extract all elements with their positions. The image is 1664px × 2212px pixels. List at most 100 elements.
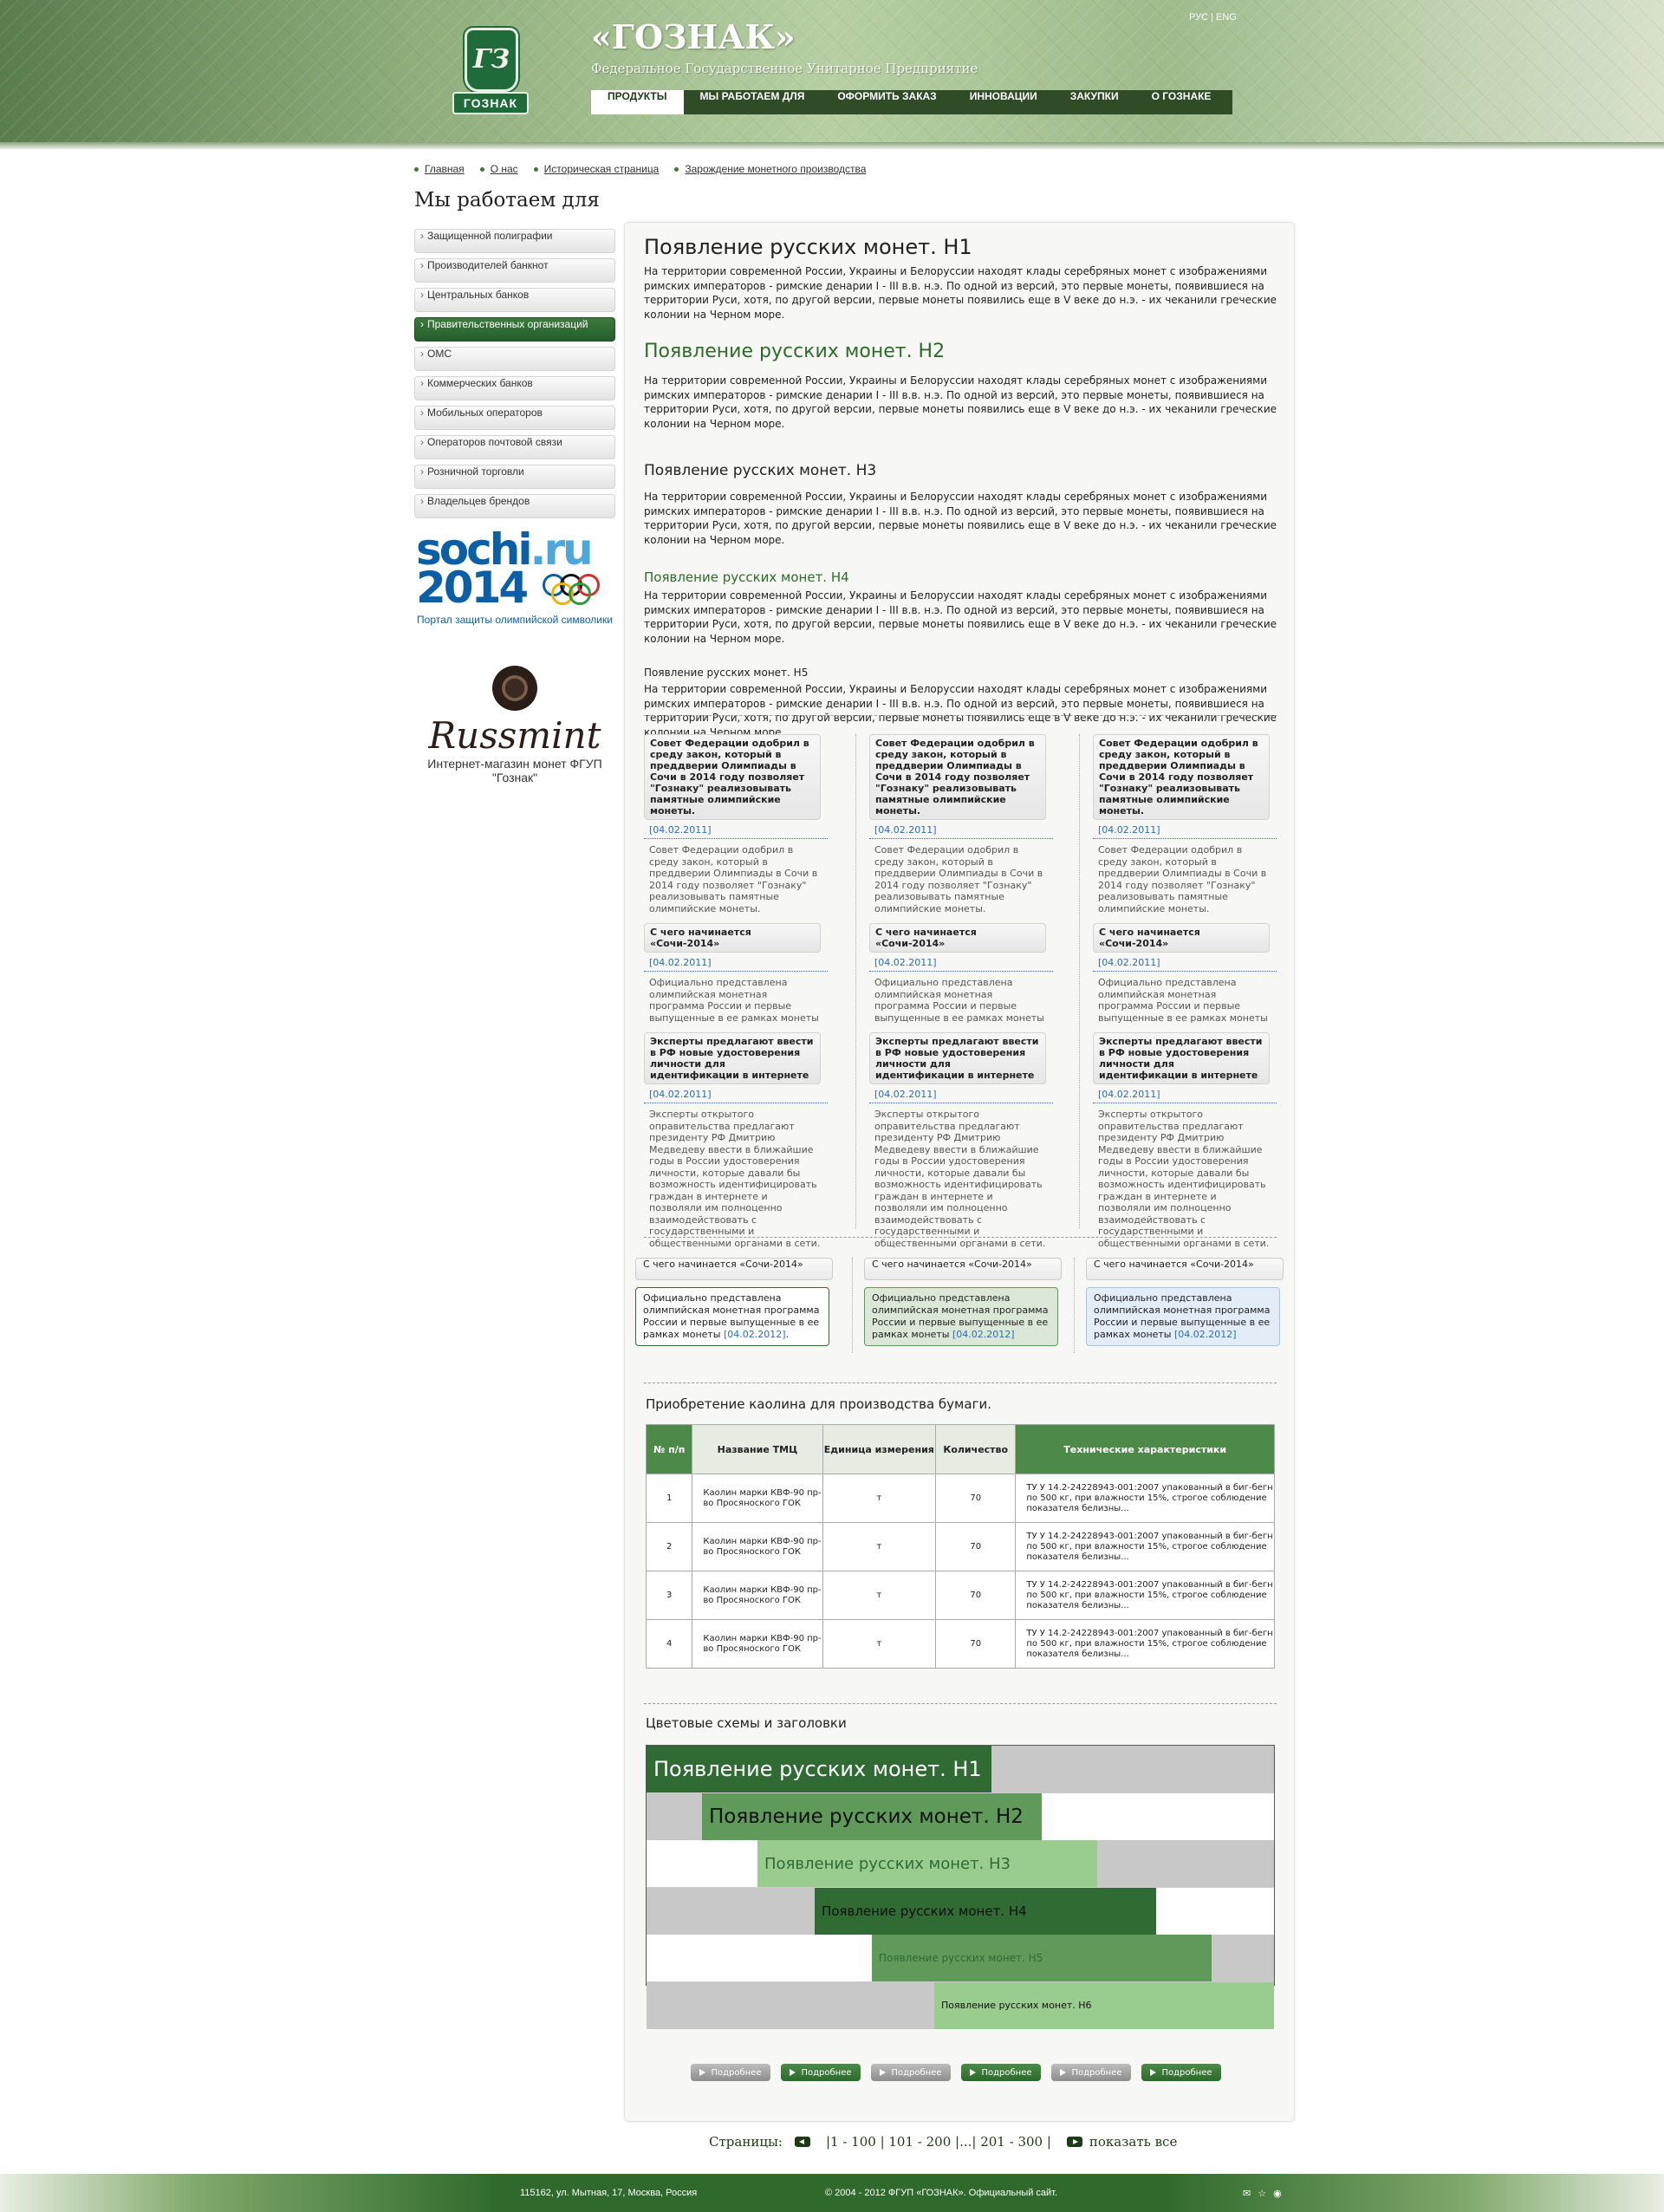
star-icon[interactable]: ☆ [1258,2188,1266,2199]
news-title[interactable]: Совет Федерации одобрил в среду закон, к… [1093,734,1270,820]
box-title[interactable]: С чего начинается «Сочи-2014» [635,1258,833,1280]
sidebar-item[interactable]: Мобильных операторов [414,406,615,430]
rss-icon[interactable]: ◉ [1273,2188,1282,2199]
prev-page-icon[interactable] [794,2137,810,2147]
more-button[interactable]: Подробнее [781,2064,861,2081]
paragraph: На территории современной России, Украин… [644,374,1277,430]
sidebar-item[interactable]: Правительственных организаций [414,317,615,342]
play-icon [699,2069,706,2076]
next-page-icon[interactable] [1066,2137,1082,2147]
site-title: «ГОЗНАК» [591,17,796,56]
news-title[interactable]: С чего начинается «Сочи-2014» [644,923,821,953]
logo-text: ГОЗНАК [452,92,529,114]
nav-item[interactable]: ИННОВАЦИИ [953,90,1054,114]
box-date[interactable]: [04.02.2012] [952,1329,1015,1340]
nav-item[interactable]: О ГОЗНАКЕ [1135,90,1228,114]
nav-item[interactable]: МЫ РАБОТАЕМ ДЛЯ [684,90,822,114]
news-title[interactable]: Эксперты предлагают ввести в РФ новые уд… [644,1032,821,1084]
column-divider [1079,734,1080,1228]
russmint-logo: Russmint [428,714,601,757]
news-date: [04.02.2011] [869,953,1053,972]
sochi-caption: Портал защиты олимпийской символики [417,614,613,626]
footer-address: 115162, ул. Мытная, 17, Москва, Россия [520,2188,698,2198]
breadcrumb-link[interactable]: Историческая страница [533,163,659,175]
more-button-label: Подробнее [711,2067,762,2078]
pager-label: Страницы: [709,2134,783,2150]
mail-icon[interactable]: ✉ [1243,2188,1251,2199]
news-title[interactable]: Совет Федерации одобрил в среду закон, к… [869,734,1046,820]
russmint-banner[interactable]: Russmint Интернет-магазин монет ФГУП "Го… [414,666,615,796]
lang-en-link[interactable]: ENG [1216,12,1237,23]
cell-spec: ТУ У 14.2-24228943-001:2007 упакованный … [1015,1474,1275,1523]
box-title[interactable]: С чего начинается «Сочи-2014» [864,1258,1062,1280]
news-text: Совет Федерации одобрил в среду закон, к… [874,844,1043,914]
sidebar-item[interactable]: ОМС [414,347,615,371]
news-title[interactable]: С чего начинается «Сочи-2014» [1093,923,1270,953]
news-title[interactable]: С чего начинается «Сочи-2014» [869,923,1046,953]
sidebar-item[interactable]: Владельцев брендов [414,494,615,518]
box-date[interactable]: [04.02.2012] [724,1329,786,1340]
nav-item[interactable]: ЗАКУПКИ [1054,90,1135,114]
box-body: Официально представлена олимпийская моне… [1086,1287,1280,1346]
show-all-link[interactable]: показать все [1089,2134,1177,2150]
cell-number: 1 [645,1474,693,1523]
column-divider [852,1258,853,1353]
breadcrumb-link[interactable]: О нас [479,163,518,175]
goznak-logo[interactable]: ГЗ ГОЗНАК [452,26,529,116]
headings-section: Появление русских монет. H1 На территори… [644,231,1277,739]
column-divider [1074,1258,1075,1353]
highlight-boxes: С чего начинается «Сочи-2014» Официально … [635,1258,1287,1353]
sidebar-item[interactable]: Розничной торговли [414,465,615,489]
pagination: Страницы: |1 - 100 | 101 - 200 |...| 201… [709,2134,1177,2150]
sidebar-item[interactable]: Операторов почтовой связи [414,435,615,459]
lang-separator: | [1208,12,1217,23]
site-header: ГЗ ГОЗНАК «ГОЗНАК» Федеральное Государст… [0,0,1664,149]
box-body: Официально представлена олимпийская моне… [864,1287,1058,1346]
nav-item[interactable]: ОФОРМИТЬ ЗАКАЗ [821,90,952,114]
scheme-heading: Появление русских монет. H3 [757,1840,1097,1887]
more-button[interactable]: Подробнее [1141,2064,1221,2081]
sochi-banner[interactable]: sochi.ru 2014 Портал защиты олимпийской с… [414,528,615,643]
more-button[interactable]: Подробнее [691,2064,770,2081]
breadcrumb-link[interactable]: Главная [414,163,465,175]
news-title[interactable]: Эксперты предлагают ввести в РФ новые уд… [1093,1032,1270,1084]
sidebar-item[interactable]: Центральных банков [414,288,615,312]
cell-name: Каолин марки КВФ-90 пр-во Просяноского Г… [692,1619,823,1669]
cell-unit: т [822,1474,937,1523]
button-samples: Подробнее Подробнее Подробнее Подробнее Подр… [691,2064,1221,2081]
sidebar-item[interactable]: Производителей банкнот [414,258,615,283]
divider [644,1382,1277,1383]
more-button[interactable]: Подробнее [1051,2064,1131,2081]
news-text: Эксперты открытого оправительства предла… [1098,1109,1270,1249]
box-title[interactable]: С чего начинается «Сочи-2014» [1086,1258,1284,1280]
table-header-cell: Количество [935,1424,1017,1474]
cell-qty: 70 [935,1571,1017,1620]
table-header-cell: Технические характеристики [1015,1424,1275,1474]
breadcrumb-link[interactable]: Зарождение монетного производства [674,163,866,175]
news-column: Совет Федерации одобрил в среду закон, к… [1093,734,1301,1249]
scheme-heading: Появление русских монет. H6 [934,1981,1274,2029]
scheme-pad [647,1840,757,1887]
news-title[interactable]: Совет Федерации одобрил в среду закон, к… [644,734,821,820]
more-button[interactable]: Подробнее [871,2064,951,2081]
cell-spec: ТУ У 14.2-24228943-001:2007 упакованный … [1015,1619,1275,1669]
sidebar-item[interactable]: Защищенной полиграфии [414,229,615,253]
heading-h3: Появление русских монет. H3 [644,462,877,479]
page-title: Мы работаем для [414,189,600,211]
more-button[interactable]: Подробнее [961,2064,1041,2081]
nav-item[interactable]: ПРОДУКТЫ [591,90,684,114]
lang-ru-link[interactable]: РУС [1189,12,1208,23]
page-ranges[interactable]: |1 - 100 | 101 - 200 |...| 201 - 300 | [826,2134,1051,2150]
heading-h1: Появление русских монет. H1 [644,235,972,259]
scheme-pad [647,1981,934,2029]
table-header-cell: Единица измерения [822,1424,937,1474]
sidebar-item[interactable]: Коммерческих банков [414,376,615,400]
news-text: Эксперты открытого оправительства предла… [649,1109,821,1249]
box-date[interactable]: [04.02.2012] [1174,1329,1237,1340]
table-row: 3 Каолин марки КВФ-90 пр-во Просяноского … [645,1571,1275,1620]
play-icon [790,2069,796,2076]
more-button-label: Подробнее [891,2067,942,2078]
news-title[interactable]: Эксперты предлагают ввести в РФ новые уд… [869,1032,1046,1084]
news-date: [04.02.2011] [1093,820,1277,839]
news-text: Совет Федерации одобрил в среду закон, к… [649,844,818,914]
